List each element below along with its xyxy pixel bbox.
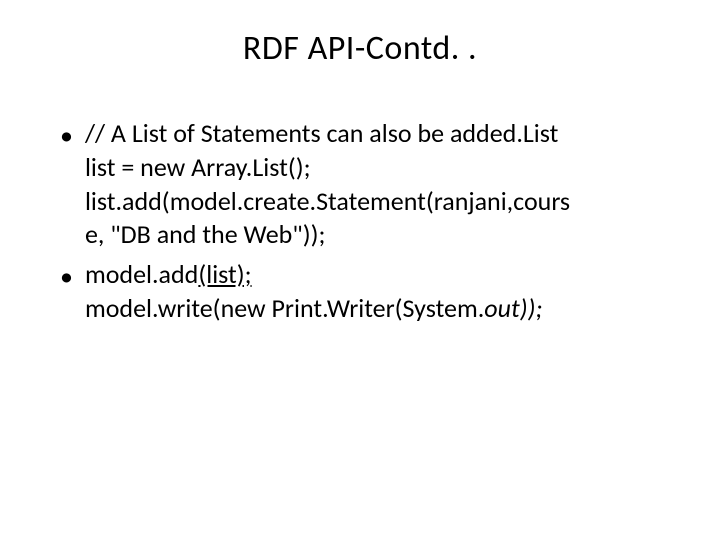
bullet-item-2: • model.add(list); model.write(new Print…	[60, 258, 670, 326]
slide-container: RDF API-Contd. . • // A List of Statemen…	[0, 0, 720, 540]
slide-title: RDF API-Contd. .	[50, 28, 670, 69]
bullet-marker: •	[60, 119, 73, 151]
bullet-text-2: model.add(list); model.write(new Print.W…	[85, 258, 542, 326]
bullet-marker: •	[60, 260, 73, 292]
b1-line3: list.add(model.create.Statement(ranjani,…	[85, 185, 570, 217]
bullet-item-1: • // A List of Statements can also be ad…	[60, 117, 670, 252]
bullet-text-1: // A List of Statements can also be adde…	[85, 117, 570, 252]
b1-line1: // A List of Statements can also be adde…	[85, 117, 558, 149]
b2-line1-prefix: model.add	[85, 258, 198, 290]
b1-line4: e, "DB and the Web"));	[85, 218, 326, 250]
b2-line2-prefix: model.write(new Print.Writer(System.	[85, 292, 484, 324]
b2-line2-italic: out));	[484, 292, 542, 324]
b2-line1-underlined: (list);	[198, 258, 251, 290]
slide-content: • // A List of Statements can also be ad…	[50, 117, 670, 326]
b1-line2: list = new Array.List();	[85, 151, 311, 183]
